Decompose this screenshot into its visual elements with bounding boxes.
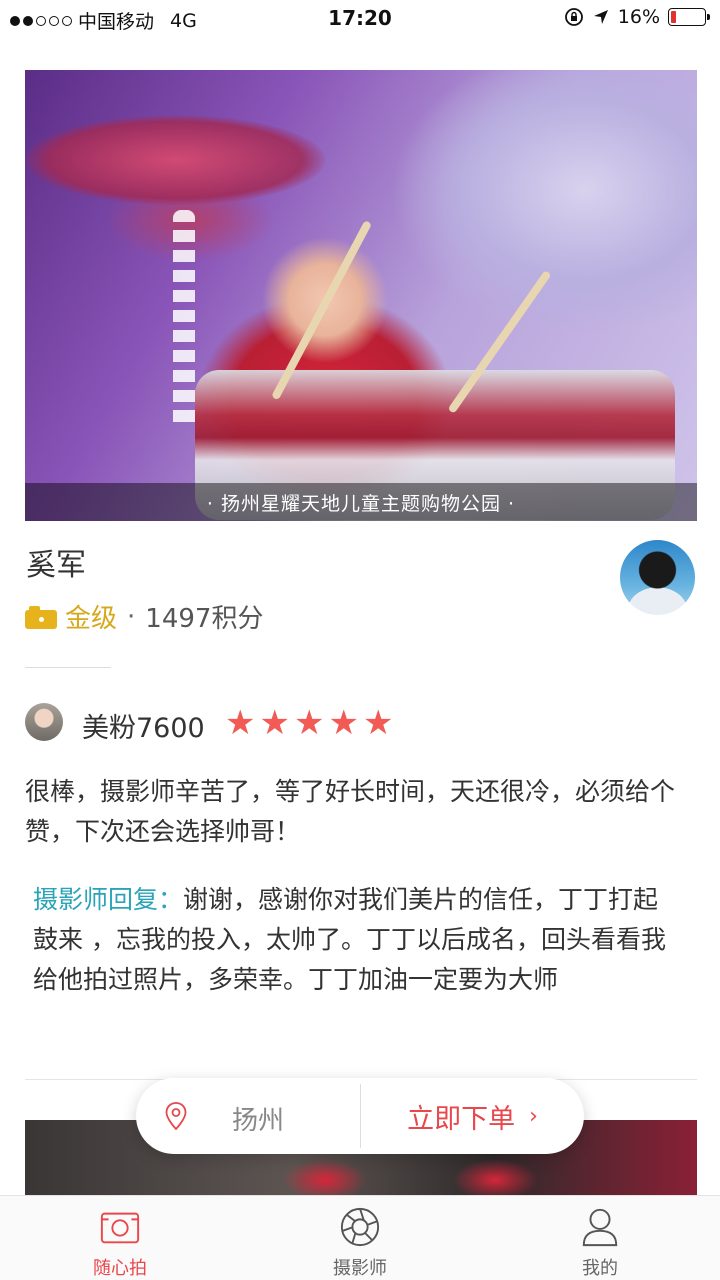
tab-casual-shoot[interactable]: 随心拍: [0, 1196, 240, 1280]
divider: [25, 667, 111, 668]
photographer-reply: 摄影师回复：谢谢，感谢你对我们美片的信任，丁丁打起鼓来 ，忘我的投入，太帅了。丁…: [33, 880, 673, 1000]
tab-mine[interactable]: 我的: [480, 1196, 720, 1280]
aperture-icon: [340, 1207, 380, 1247]
person-icon: [582, 1208, 618, 1247]
photographer-level-row: 金级 · 1497积分: [25, 598, 263, 635]
rating-stars: ★ ★ ★ ★ ★: [225, 705, 393, 741]
order-bar: 扬州 立即下单 ›: [136, 1078, 584, 1154]
order-now-label: 立即下单: [407, 1103, 516, 1135]
city-label: 扬州: [232, 1106, 285, 1136]
reviewer-name: 美粉7600: [82, 713, 205, 744]
star-icon: ★: [328, 703, 359, 743]
reviewer-avatar: [25, 703, 63, 741]
orientation-lock-icon: [564, 8, 583, 26]
chevron-right-icon: ›: [529, 1103, 538, 1129]
star-icon: ★: [225, 703, 256, 743]
status-icons: 16%: [564, 6, 710, 28]
reply-label: 摄影师回复：: [33, 885, 184, 914]
photographer-level: 金级: [65, 604, 118, 634]
photo-location-caption: · 扬州星耀天地儿童主题购物公园 ·: [25, 483, 697, 521]
location-pin-icon: [165, 1102, 187, 1130]
status-bar: 中国移动 4G 17:20 16%: [0, 0, 720, 38]
location-arrow-icon: [593, 10, 608, 24]
battery-fill: [671, 11, 677, 23]
separator-dot: ·: [127, 601, 136, 632]
camera-icon: [25, 605, 57, 629]
tab-label: 随心拍: [93, 1258, 147, 1279]
tab-label: 摄影师: [333, 1258, 387, 1279]
order-now-button[interactable]: 立即下单 ›: [361, 1078, 584, 1154]
camera-frame-icon: [100, 1212, 140, 1244]
review-text: 很棒，摄影师辛苦了，等了好长时间，天还很冷，必须给个赞，下次还会选择帅哥！: [25, 777, 676, 846]
hero-photo[interactable]: · 扬州星耀天地儿童主题购物公园 ·: [25, 70, 697, 521]
photo-stage-lights: [173, 210, 195, 430]
star-icon: ★: [362, 703, 394, 743]
star-icon: ★: [293, 703, 325, 743]
photographer-avatar[interactable]: [620, 540, 695, 615]
tab-bar: 随心拍 摄影师 我的: [0, 1195, 720, 1280]
tab-photographers[interactable]: 摄影师: [240, 1196, 480, 1280]
tab-label: 我的: [582, 1258, 618, 1279]
photo-cymbal: [25, 115, 325, 205]
battery-icon: [668, 8, 710, 26]
battery-percent: 16%: [617, 6, 660, 28]
photographer-name: 奚军: [26, 548, 86, 583]
star-icon: ★: [259, 703, 290, 743]
photographer-points: 1497积分: [145, 604, 264, 634]
city-selector[interactable]: 扬州: [136, 1078, 360, 1154]
